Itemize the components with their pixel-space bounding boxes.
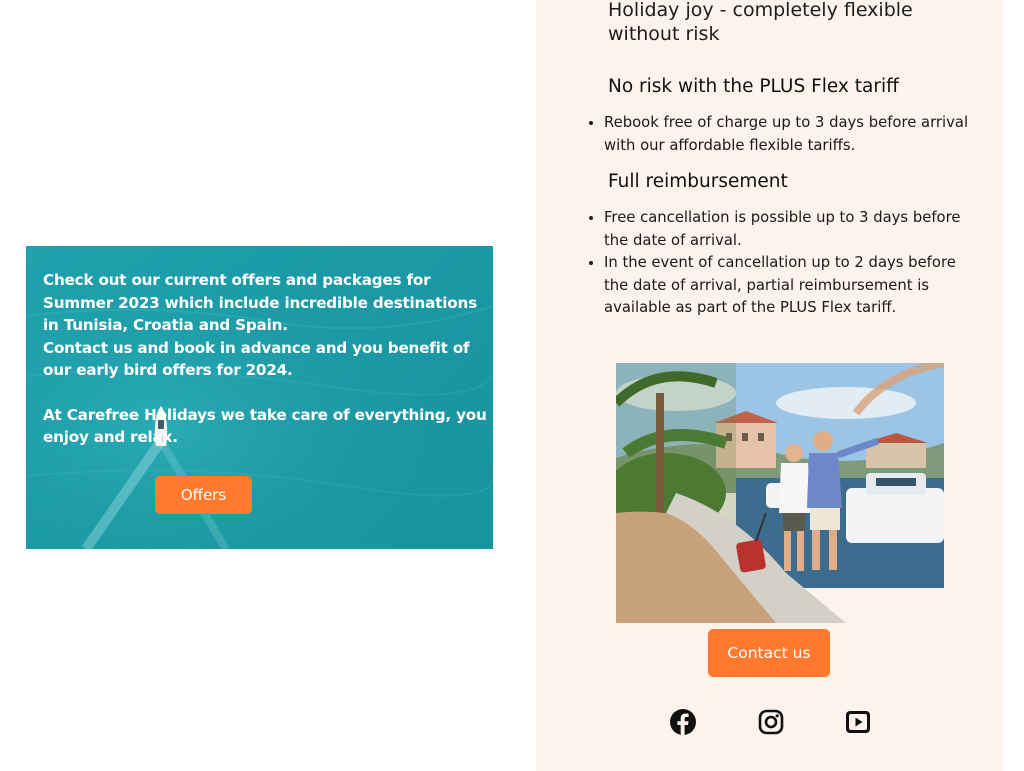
list-item: Free cancellation is possible up to 3 da… [604, 207, 984, 252]
promo-banner: Check out our current offers and package… [26, 246, 493, 549]
list-item: In the event of cancellation up to 2 day… [604, 252, 984, 320]
section-heading-reimbursement: Full reimbursement [608, 171, 788, 192]
tagline: Holiday joy - completely flexible withou… [608, 0, 913, 45]
promo-paragraph-early-bird: Contact us and book in advance and you b… [43, 338, 470, 380]
contact-us-button[interactable]: Contact us [708, 629, 830, 677]
list-item: Rebook free of charge up to 3 days befor… [604, 112, 984, 157]
youtube-icon[interactable] [844, 708, 872, 736]
promo-paragraph-offers: Check out our current offers and package… [43, 271, 477, 334]
no-risk-list: Rebook free of charge up to 3 days befor… [584, 112, 984, 157]
offers-button[interactable]: Offers [155, 476, 252, 514]
reimbursement-list: Free cancellation is possible up to 3 da… [584, 207, 984, 320]
couple-harbour-photo [616, 363, 944, 623]
section-heading-no-risk: No risk with the PLUS Flex tariff [608, 76, 899, 97]
facebook-icon[interactable] [669, 708, 697, 736]
flex-tariff-panel: Holiday joy - completely flexible withou… [536, 0, 1002, 771]
promo-paragraph-carefree: At Carefree Holidays we take care of eve… [43, 405, 487, 447]
promo-text: Check out our current offers and package… [43, 269, 491, 449]
instagram-icon[interactable] [757, 708, 785, 736]
